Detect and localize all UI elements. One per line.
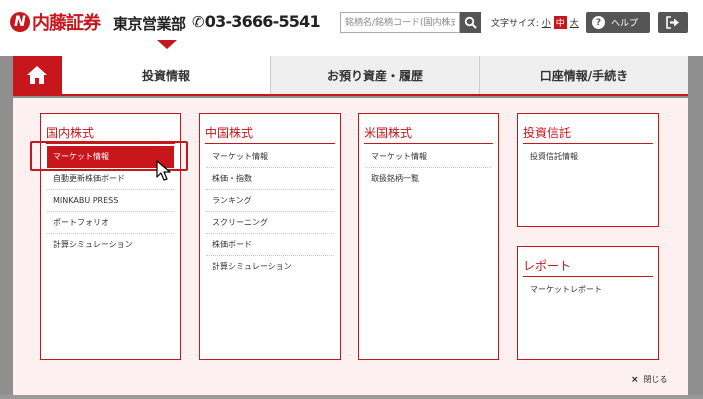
logout-button[interactable] [658,12,688,33]
menu-item-fund-info[interactable]: 投資信託情報 [524,146,652,168]
menu-list-us-stocks: マーケット情報 取扱銘柄一覧 [365,146,492,190]
phone-icon: ✆ [192,13,205,31]
font-size-large[interactable]: 大 [570,16,579,29]
logo-mark-icon: N [10,12,30,32]
menu-title-investment-trust: 投資信託 [523,124,653,144]
logo[interactable]: N 内藤証券 [10,9,101,35]
menu-box-china-stocks: 中国株式 マーケット情報 株価・指数 ランキング スクリーニング 株価ボード 計… [199,113,341,360]
menu-box-us-stocks: 米国株式 マーケット情報 取扱銘柄一覧 [358,113,499,360]
menu-item-china-simulation[interactable]: 計算シミュレーション [206,256,334,278]
menu-list-investment-trust: 投資信託情報 [524,146,652,168]
menu-item-domestic-simulation[interactable]: 計算シミュレーション [47,234,174,256]
tab-investment-info[interactable]: 投資情報 [62,56,270,94]
menu-item-china-ranking[interactable]: ランキング [206,190,334,212]
close-label: 閉じる [643,375,668,384]
phone-text: 03-3666-5541 [204,12,321,31]
branch-name: 東京営業部 [113,15,186,33]
menu-title-china-stocks: 中国株式 [205,124,335,144]
menu-item-domestic-portfolio[interactable]: ポートフォリオ [47,212,174,234]
menu-list-china-stocks: マーケット情報 株価・指数 ランキング スクリーニング 株価ボード 計算シミュレ… [206,146,334,278]
logo-text: 内藤証券 [32,13,101,34]
menu-item-us-market-info[interactable]: マーケット情報 [365,146,492,168]
tab-assets-history[interactable]: お預り資産・履歴 [270,56,479,94]
logout-icon [666,16,679,29]
close-menu-button[interactable]: × 閉じる [631,374,668,385]
menu-item-domestic-auto-board[interactable]: 自動更新株価ボード [47,168,174,190]
menu-box-report: レポート マーケットレポート [517,246,659,360]
font-size-small[interactable]: 小 [542,16,551,29]
menu-box-investment-trust: 投資信託 投資信託情報 [517,113,659,227]
menu-item-china-screening[interactable]: スクリーニング [206,212,334,234]
active-tab-pointer [157,40,177,49]
tab-account-procedures[interactable]: 口座情報/手続き [479,56,688,94]
search-icon [464,16,477,29]
menu-item-market-report[interactable]: マーケットレポート [524,279,652,301]
menu-title-us-stocks: 米国株式 [364,124,493,144]
font-size-label: 文字サイズ: [491,19,539,29]
page-bottom-strip [0,395,703,399]
phone-number: ✆03-3666-5541 [192,12,321,31]
menu-item-domestic-minkabu[interactable]: MINKABU PRESS [47,190,174,212]
home-icon [27,66,47,84]
search-button[interactable] [460,12,481,33]
main-nav: 投資情報 お預り資産・履歴 口座情報/手続き [13,56,688,96]
help-icon: ? [592,16,605,29]
menu-item-china-price-index[interactable]: 株価・指数 [206,168,334,190]
font-size-selector: 文字サイズ: 小 中 大 [491,16,579,29]
font-size-medium[interactable]: 中 [553,16,567,29]
nav-home-button[interactable] [13,56,62,96]
menu-item-us-stock-list[interactable]: 取扱銘柄一覧 [365,168,492,190]
mouse-cursor-icon [156,160,171,181]
help-label: ヘルプ [611,19,639,29]
close-icon: × [631,374,639,385]
menu-item-china-price-board[interactable]: 株価ボード [206,234,334,256]
search-input[interactable] [340,12,460,33]
help-button[interactable]: ? ヘルプ [586,12,650,33]
menu-item-china-market-info[interactable]: マーケット情報 [206,146,334,168]
menu-list-report: マーケットレポート [524,279,652,301]
site-header: N 内藤証券 東京営業部 ✆03-3666-5541 文字サイズ: 小 中 大 … [0,0,703,46]
menu-title-report: レポート [523,257,653,277]
